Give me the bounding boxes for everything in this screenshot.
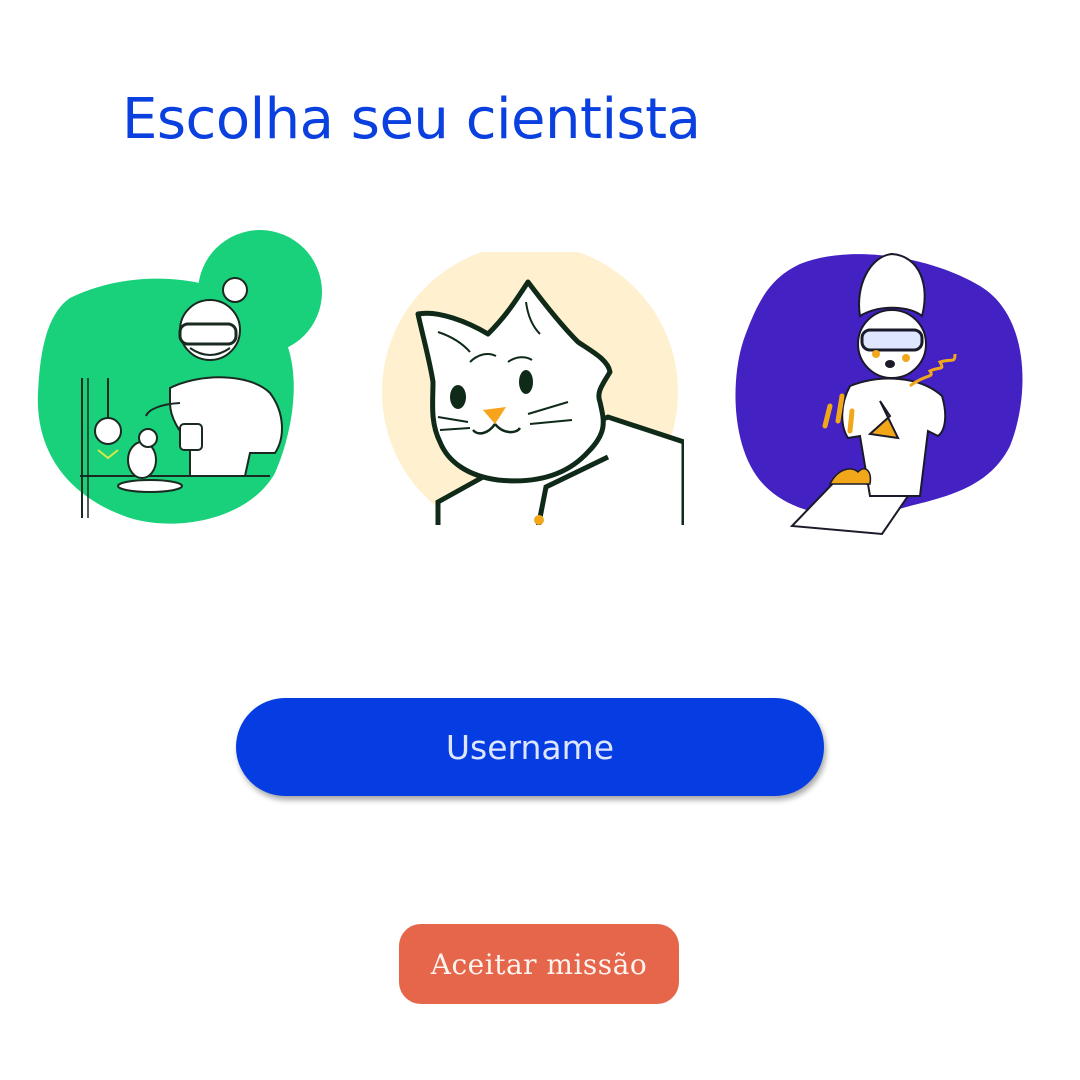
scientist-with-flask-icon [735, 252, 1023, 536]
cat-scientist-icon [382, 252, 684, 525]
scientist-option-woman[interactable] [30, 228, 330, 528]
username-field[interactable] [236, 698, 824, 796]
accept-mission-button[interactable]: Aceitar missão [399, 924, 679, 1004]
scientist-option-young[interactable] [730, 246, 1030, 536]
username-input[interactable] [236, 698, 824, 796]
scientist-option-cat[interactable] [378, 252, 684, 528]
page-title: Escolha seu cientista [122, 87, 701, 152]
lab-scientist-with-beaker-icon [37, 230, 322, 524]
